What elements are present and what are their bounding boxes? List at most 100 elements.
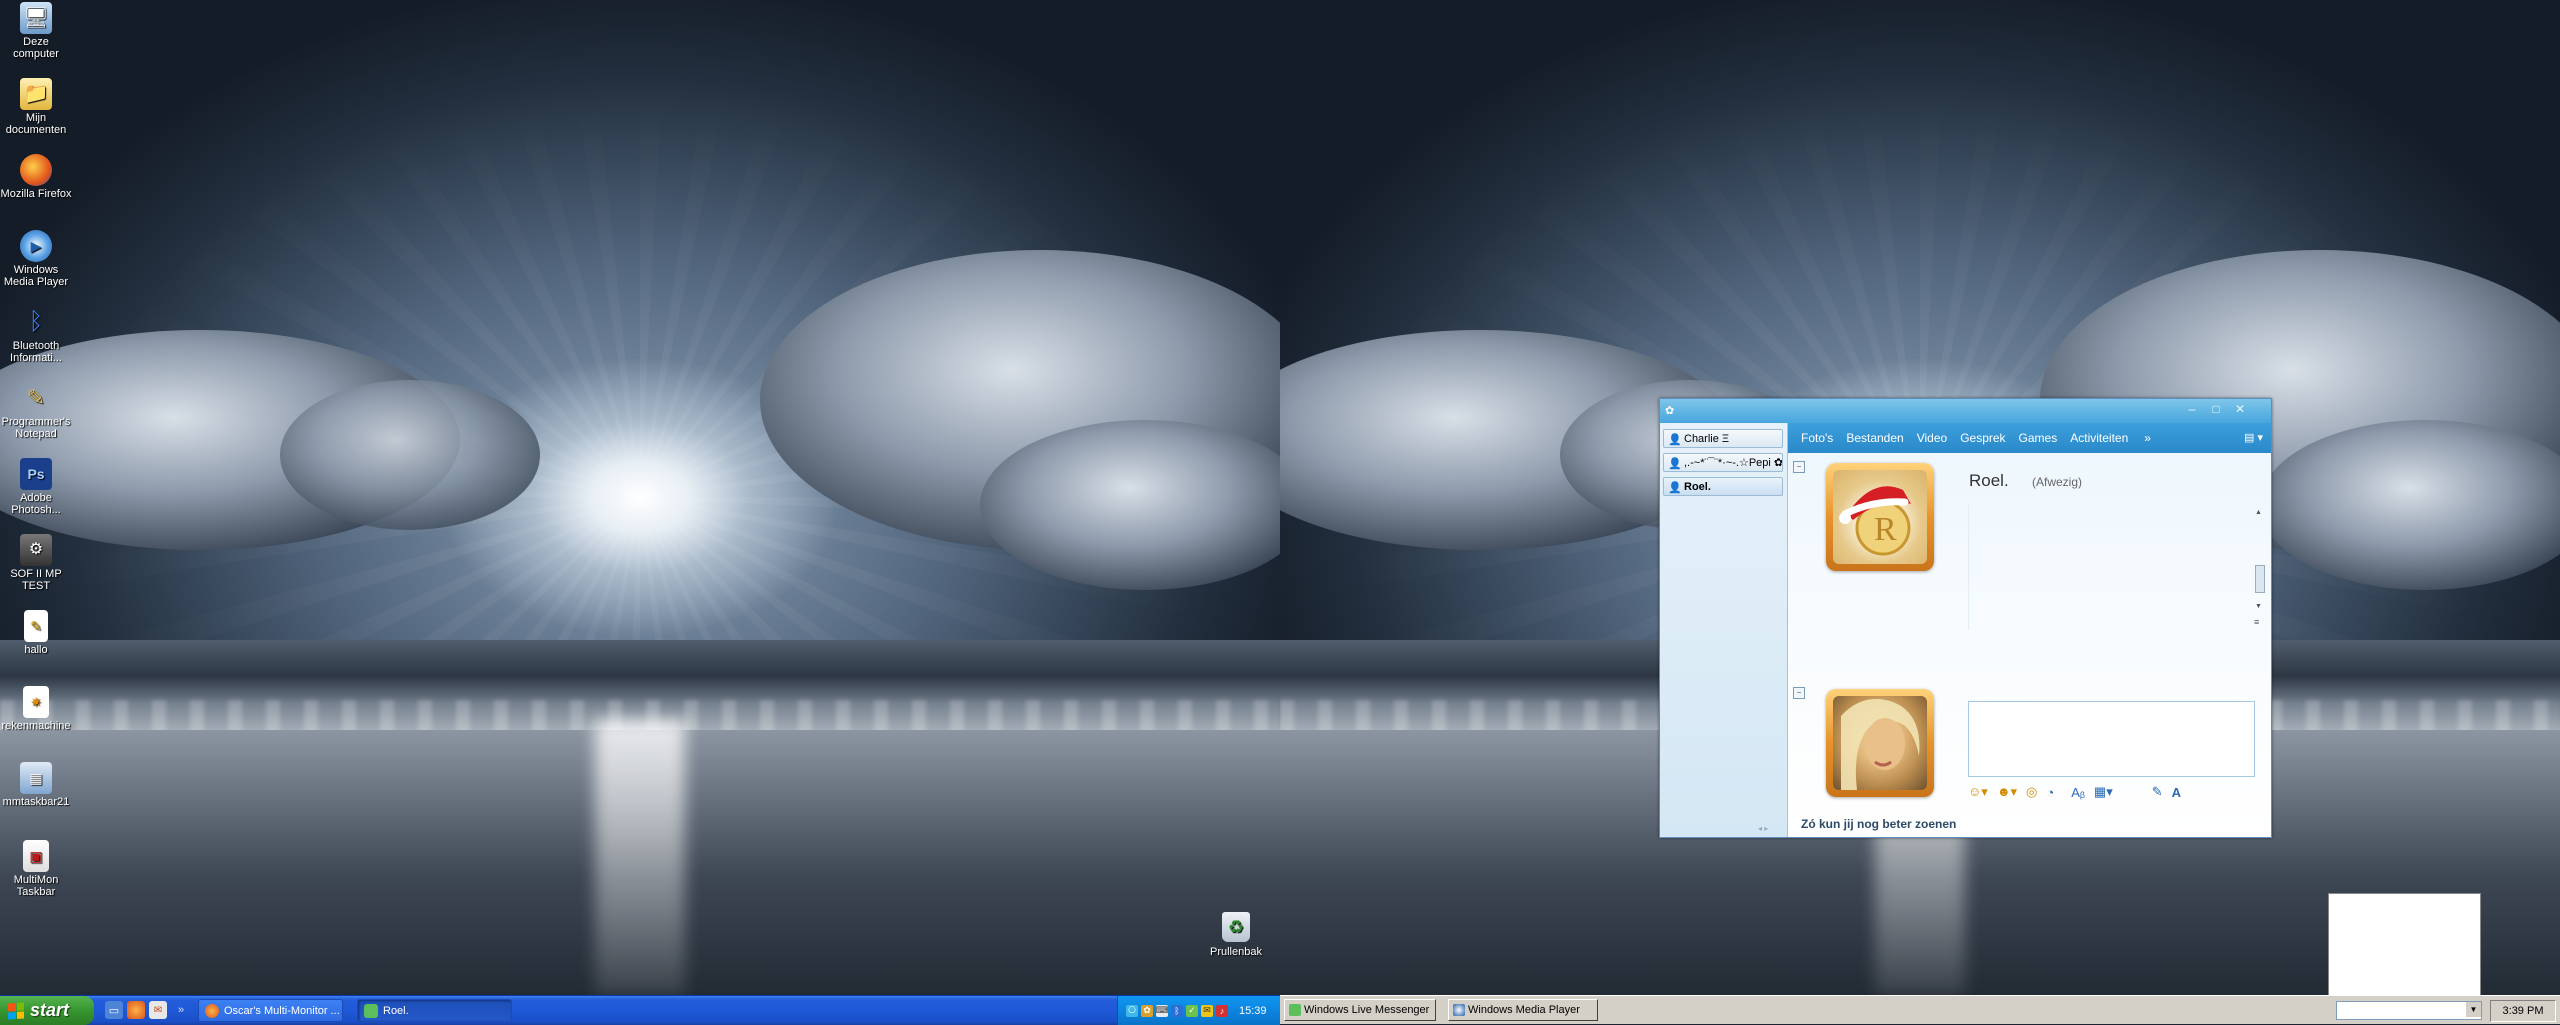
task-windows-live-messenger[interactable]: Windows Live Messenger [1284, 999, 1436, 1021]
voice-clip-icon[interactable]: ◔ [2046, 785, 2054, 800]
desktop-icon-recycle-bin[interactable]: ♻ Prullenbak [1200, 912, 1272, 958]
task-windows-media-player[interactable]: Windows Media Player [1448, 999, 1598, 1021]
close-icon[interactable]: ✕ [2229, 401, 2251, 417]
messenger-icon [364, 1003, 378, 1018]
menu-more-button[interactable]: » [2144, 431, 2151, 445]
right-taskbar-clock[interactable]: 3:39 PM [2490, 1000, 2556, 1022]
history-scrollbar[interactable]: ▲ ▼ ≡ [2253, 509, 2265, 629]
contact-name: Roel. [1969, 471, 2009, 490]
desktop-icon-label: rekenmachine [1, 720, 71, 732]
message-history[interactable] [1968, 505, 2254, 630]
taskbar-left: start ▭ ✉ » Oscar's Multi-Monitor ... Ro… [0, 995, 1280, 1025]
desktop-icon-sof2[interactable]: ⚙ SOF II MP TEST [0, 534, 72, 592]
desktop-icon-label: Adobe Photosh... [11, 492, 61, 516]
desktop-icon-mmtaskbar[interactable]: ▦ mmtaskbar21 [0, 762, 72, 808]
quicklaunch-firefox-icon[interactable] [127, 1001, 145, 1019]
system-tray: ⎔ ✿ ⌨ ᛒ ✓ ✉ ♪ 15:39 [1117, 996, 1280, 1025]
desktop-icon-bluetooth[interactable]: ᛒ Bluetooth Informati... [0, 306, 72, 365]
task-label: Oscar's Multi-Monitor ... [224, 1004, 340, 1017]
blank-popup-panel [2328, 893, 2481, 997]
chevron-down-icon[interactable]: ▼ [2466, 1002, 2481, 1017]
conversation-tab-label: ,.-~*¨¯¨*·~-.☆Pepi ✿... [1684, 457, 1783, 469]
minimize-icon[interactable]: – [2181, 401, 2203, 417]
task-label: Windows Media Player [1468, 1004, 1580, 1016]
background-icon[interactable]: ▦▾ [2094, 784, 2113, 800]
contact-status-icon: 👤 [1668, 433, 1682, 446]
contact-avatar[interactable]: R [1826, 463, 1934, 571]
firefox-icon [20, 154, 52, 186]
quicklaunch-expand-icon[interactable]: » [172, 1001, 190, 1019]
maximize-icon[interactable]: □ [2205, 401, 2227, 417]
tray-network-icon[interactable]: ⎔ [1126, 1004, 1138, 1017]
wink-icon[interactable]: ☻▾ [1997, 784, 2017, 800]
tray-keyboard-icon[interactable]: ⌨ [1156, 1004, 1169, 1017]
game-icon: ⚙ [20, 534, 52, 566]
menu-games[interactable]: Games [2019, 431, 2058, 445]
desktop-icon-my-documents[interactable]: 📁 Mijn documenten [0, 78, 72, 136]
recycle-bin-icon: ♻ [1222, 912, 1250, 942]
text-mode-icon[interactable]: A [2172, 785, 2181, 800]
tray-messenger-icon[interactable]: ✿ [1141, 1004, 1153, 1017]
windows-flag-icon [8, 1001, 24, 1020]
desktop-icon-multimon[interactable]: ▣ MultiMon Taskbar [0, 840, 72, 898]
text-file-icon: ✎ [24, 610, 48, 642]
resize-grip-icon[interactable]: ≡ [2254, 617, 2259, 627]
tray-security-icon[interactable]: ✓ [1186, 1004, 1198, 1017]
tray-bluetooth-icon[interactable]: ᛒ [1171, 1004, 1183, 1017]
scroll-thumb[interactable] [2255, 565, 2265, 593]
message-toolbar: ☺▾ ☻▾ ◎ ◔ Aᵦ ▦▾ ✎ A [1968, 783, 2258, 801]
media-player-icon: ▶ [20, 230, 52, 262]
quicklaunch-mail-icon[interactable]: ✉ [149, 1001, 167, 1019]
scroll-up-icon[interactable]: ▲ [2255, 509, 2262, 516]
desktop-icon-label: Mijn documenten [5, 112, 67, 136]
media-player-icon [1453, 1004, 1465, 1016]
menu-activiteiten[interactable]: Activiteiten [2070, 431, 2128, 445]
notepad-icon: ✎ [26, 385, 46, 410]
show-desktop-icon[interactable]: ▭ [105, 1001, 123, 1019]
desktop-icon-my-computer[interactable]: 🖥 Deze computer [0, 2, 72, 60]
tray-chat-icon[interactable]: ✉ [1201, 1004, 1213, 1017]
collapse-own-avatar-icon[interactable]: − [1793, 687, 1805, 699]
recycle-bin-label: Prullenbak [1210, 946, 1262, 958]
avatar-logo-icon: R [1839, 486, 1911, 556]
menu-video[interactable]: Video [1917, 431, 1947, 445]
desktop-icon-hallo[interactable]: ✎ hallo [0, 610, 72, 656]
options-menu-icon[interactable]: ▤ ▾ [2244, 431, 2263, 444]
desktop-icon-label: Bluetooth Informati... [10, 340, 62, 364]
taskbar-dropdown[interactable]: ▼ [2336, 1001, 2482, 1020]
tray-volume-icon[interactable]: ♪ [1216, 1004, 1228, 1017]
own-avatar[interactable] [1826, 689, 1934, 797]
message-input[interactable] [1968, 701, 2255, 777]
desktop-icon-programmers-notepad[interactable]: ✎ Programmer's Notepad [0, 382, 72, 441]
font-change-icon[interactable]: Aᵦ [2071, 785, 2085, 800]
menu-gesprek[interactable]: Gesprek [1960, 431, 2005, 445]
emoticon-icon[interactable]: ☺▾ [1968, 784, 1988, 800]
conversation-tab-charlie[interactable]: 👤 Charlie Ξ [1663, 429, 1783, 448]
messenger-title-bar[interactable]: ✿ – □ ✕ [1660, 399, 2271, 423]
conversation-tab-pepi[interactable]: 👤 ,.-~*¨¯¨*·~-.☆Pepi ✿... [1663, 453, 1783, 472]
desktop-icon-photoshop[interactable]: Ps Adobe Photosh... [0, 458, 72, 516]
conversation-area: − R Roel. (Afwezig) ▲ ▼ ≡ − ☺▾ ☻▾ ◎ ◔ Aᵦ… [1788, 453, 2271, 837]
menu-bestanden[interactable]: Bestanden [1846, 431, 1903, 445]
menu-fotos[interactable]: Foto's [1801, 431, 1833, 445]
scroll-down-icon[interactable]: ▼ [2255, 603, 2262, 610]
collapse-contact-avatar-icon[interactable]: − [1793, 461, 1805, 473]
messenger-logo-icon: ✿ [1665, 405, 1675, 417]
task-oscars-multimonitor[interactable]: Oscar's Multi-Monitor ... [198, 999, 343, 1022]
task-roel[interactable]: Roel. [357, 999, 512, 1022]
desktop-icon-label: mmtaskbar21 [2, 796, 70, 808]
conversation-tab-roel[interactable]: 👤 Roel. [1663, 477, 1783, 496]
calculator-icon: ✷ [23, 686, 49, 718]
left-monitor-wallpaper [0, 0, 1280, 995]
desktop-icon-label: Deze computer [13, 36, 59, 60]
contact-status: (Afwezig) [2032, 475, 2083, 489]
desktop-icon-media-player[interactable]: ▶ Windows Media Player [0, 230, 72, 288]
desktop-icon-firefox[interactable]: Mozilla Firefox [0, 154, 72, 200]
desktop-icon-rekenmachine[interactable]: ✷ rekenmachine [0, 686, 72, 732]
handwriting-icon[interactable]: ✎ [2152, 784, 2163, 800]
tray-clock[interactable]: 15:39 [1239, 1005, 1267, 1017]
start-button[interactable]: start [0, 996, 94, 1025]
sidebar-scroll-arrows-icon[interactable]: ◂ ▸ [1758, 824, 1768, 833]
svg-text:R: R [1874, 511, 1897, 548]
nudge-icon[interactable]: ◎ [2026, 784, 2037, 800]
